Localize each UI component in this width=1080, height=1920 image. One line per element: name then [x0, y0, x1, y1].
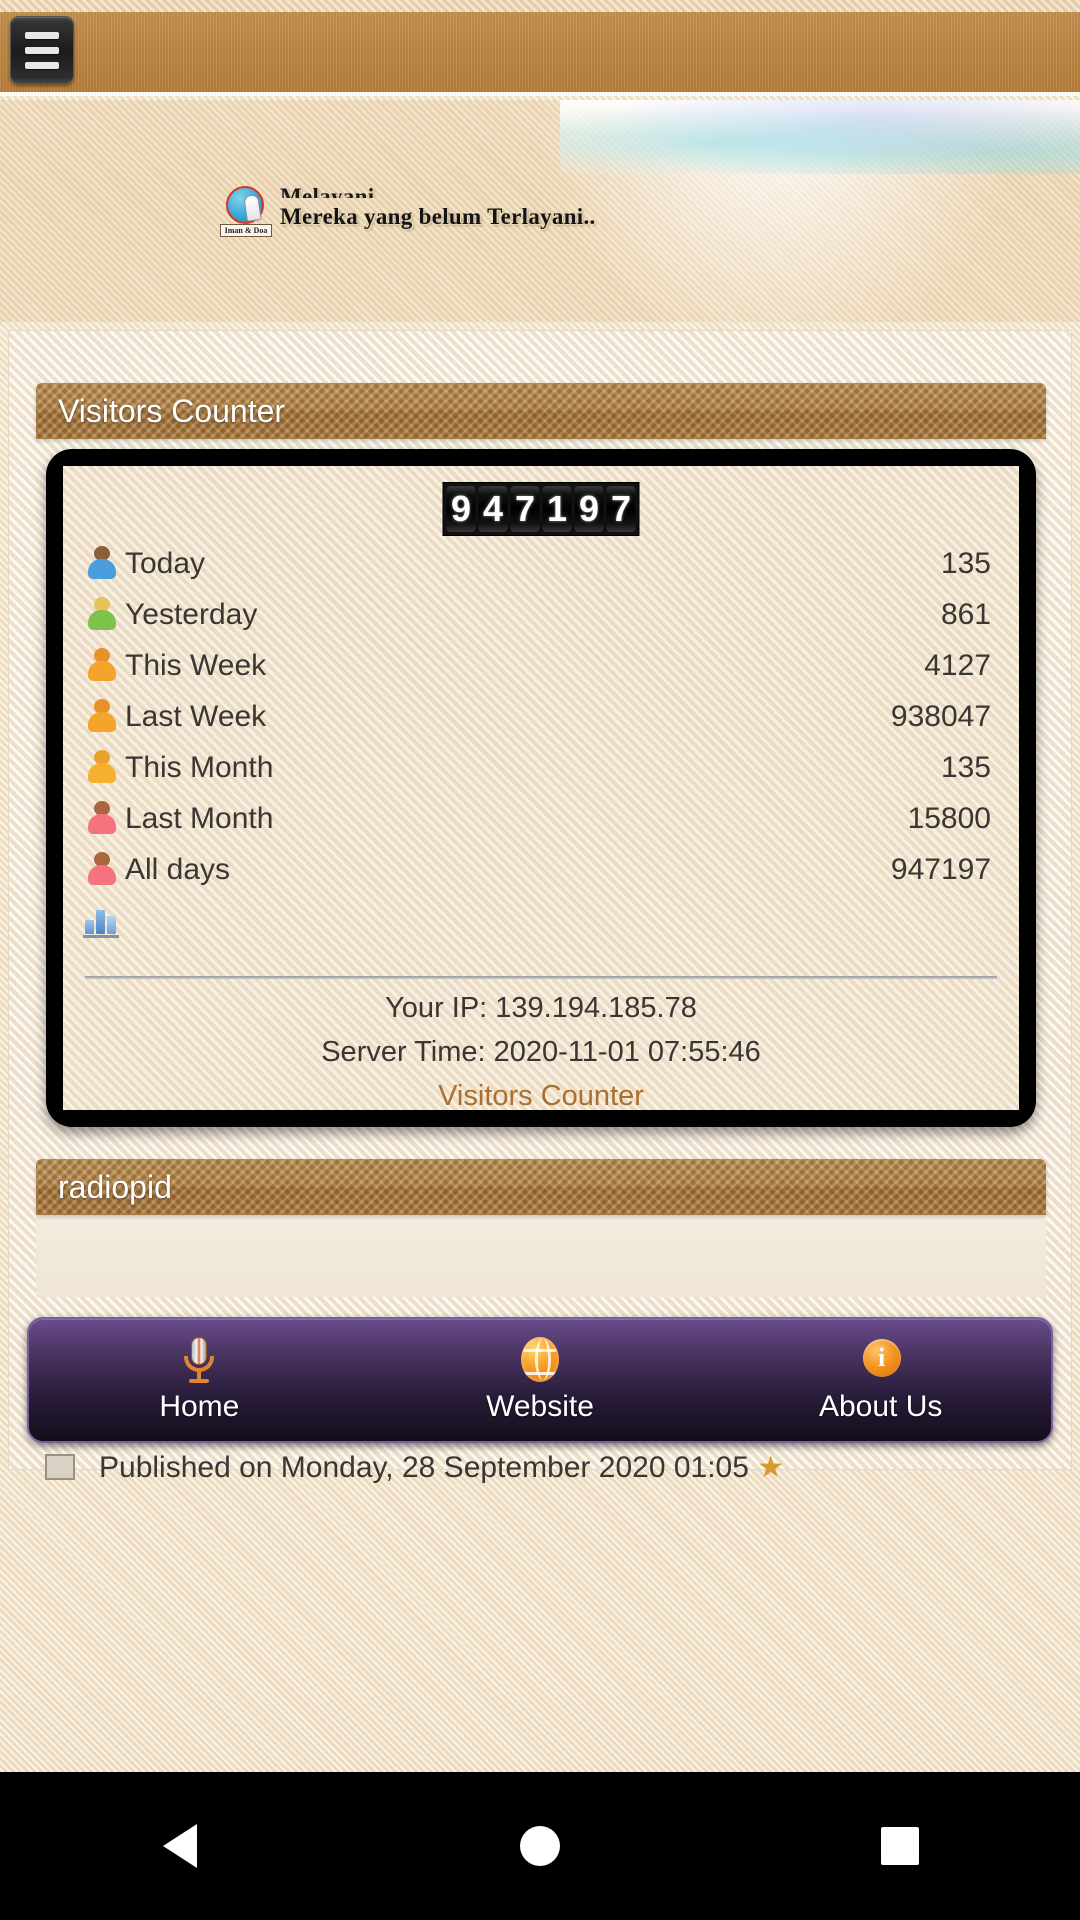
bar-chart-icon[interactable]: [81, 900, 125, 940]
visitor-stat-value: 135: [940, 750, 991, 784]
odometer-digit: 9: [574, 486, 604, 532]
bar-chart-bar: [85, 920, 94, 934]
person-orange2-icon: [81, 697, 125, 737]
site-logo[interactable]: Iman & Doa: [220, 186, 272, 237]
nav-item-home[interactable]: Home: [29, 1319, 370, 1441]
visitor-stat-value: 938047: [890, 699, 991, 733]
system-home-button[interactable]: [360, 1826, 720, 1866]
hamburger-line-icon: [25, 61, 59, 69]
page-content: Visitors Counter 947197 Today 135 Yesterda…: [8, 330, 1072, 1470]
nav-label-home: Home: [159, 1390, 240, 1423]
odometer-digit: 7: [510, 486, 540, 532]
visitors-counter-link[interactable]: Visitors Counter: [63, 1080, 1019, 1113]
visitor-stat-row: Yesterday 861: [63, 589, 1019, 640]
nav-label-about-us: About Us: [818, 1390, 943, 1423]
nav-label-website: Website: [486, 1390, 594, 1423]
visitor-stat-row: Today 135: [63, 538, 1019, 589]
person-pink2-icon: [81, 850, 125, 890]
banner-headline-2: Mereka yang belum Terlayani..: [280, 204, 596, 229]
person-amber-icon: [81, 748, 125, 788]
hamburger-line-icon: [25, 31, 59, 39]
visitor-stat-label: Last Week: [125, 699, 267, 733]
bar-chart-bar: [96, 910, 105, 934]
rating-star-icon: ★: [748, 1451, 785, 1484]
visitors-counter-bezel: 947197 Today 135 Yesterday 861 This Week 4127…: [46, 449, 1036, 1127]
system-back-button[interactable]: [0, 1824, 360, 1868]
visitor-stat-row: This Month 135: [63, 742, 1019, 793]
bottom-navigation-bar: Home Website i About Us: [27, 1317, 1053, 1443]
visitor-stat-label: Yesterday: [125, 597, 258, 631]
visitor-stat-value: 947197: [890, 852, 991, 886]
visitor-stat-label: Last Month: [125, 801, 274, 835]
nav-item-website[interactable]: Website: [370, 1319, 711, 1441]
hamburger-line-icon: [25, 46, 59, 54]
banner-headline-1: Melayani...: [280, 184, 393, 198]
logo-caption: Iman & Doa: [220, 224, 272, 237]
site-banner: Iman & Doa Melayani... Mereka yang belum…: [0, 100, 1080, 322]
visitor-stat-row: This Week 4127: [63, 640, 1019, 691]
bar-chart-baseline: [83, 935, 119, 938]
visitor-stats-list: Today 135 Yesterday 861 This Week 4127 Last We…: [63, 538, 1019, 895]
checkbox-icon[interactable]: [45, 1454, 75, 1480]
person-blue-icon: [81, 544, 125, 584]
person-pink-icon: [81, 799, 125, 839]
visitor-stat-label: This Month: [125, 750, 274, 784]
visitors-counter-panel: 947197 Today 135 Yesterday 861 This Week 4127…: [63, 466, 1019, 1113]
visitor-stat-label: This Week: [125, 648, 267, 682]
system-recents-button[interactable]: [720, 1827, 1080, 1865]
info-icon: i: [857, 1336, 905, 1384]
visitor-stat-value: 861: [940, 597, 991, 631]
odometer-digit: 7: [606, 486, 636, 532]
odometer-digit: 4: [478, 486, 508, 532]
nav-item-about-us[interactable]: i About Us: [710, 1319, 1051, 1441]
banner-wave-decoration: [560, 100, 1080, 174]
visitor-stat-row: Last Month 15800: [63, 793, 1019, 844]
radiopid-module-header: radiopid: [36, 1159, 1046, 1215]
visitor-stat-row: All days 947197: [63, 844, 1019, 895]
person-green-icon: [81, 595, 125, 635]
person-orange-icon: [81, 646, 125, 686]
microphone-icon: [175, 1336, 223, 1384]
visitors-counter-title: Visitors Counter: [58, 392, 286, 429]
praying-hands-icon: [243, 194, 262, 222]
visitor-stat-label: All days: [125, 852, 231, 886]
recents-square-icon: [881, 1827, 919, 1865]
visitor-ip-text: Your IP: 139.194.185.78: [385, 992, 697, 1024]
visitor-stat-label: Today: [125, 546, 206, 580]
visitor-stat-value: 15800: [907, 801, 991, 835]
home-circle-icon: [520, 1826, 560, 1866]
visitors-counter-module: Visitors Counter: [36, 383, 1046, 439]
app-bar-top-stripe: [0, 0, 1080, 12]
published-date-text: Published on Monday, 28 September 2020 0…: [99, 1451, 785, 1484]
app-bar: [0, 0, 1080, 96]
hamburger-menu-button[interactable]: [10, 16, 74, 84]
visitor-count-odometer: 947197: [442, 482, 640, 536]
article-published-row: Published on Monday, 28 September 2020 0…: [27, 1448, 1053, 1492]
globe-icon: [516, 1336, 564, 1384]
radiopid-module: radiopid: [36, 1159, 1046, 1297]
bar-chart-bar: [107, 916, 116, 934]
radiopid-title: radiopid: [58, 1168, 172, 1205]
odometer-digit: 9: [446, 486, 476, 532]
odometer-digit: 1: [542, 486, 572, 532]
radiopid-module-body: [36, 1215, 1046, 1297]
server-time-text: Server Time: 2020-11-01 07:55:46: [321, 1036, 761, 1068]
android-system-navigation-bar: [0, 1772, 1080, 1920]
globe-logo-icon: [226, 186, 264, 224]
visitor-stat-row: Last Week 938047: [63, 691, 1019, 742]
back-triangle-icon: [163, 1824, 197, 1868]
footer-divider: [85, 976, 997, 979]
visitor-stat-value: 135: [940, 546, 991, 580]
visitors-counter-module-header: Visitors Counter: [36, 383, 1046, 439]
visitor-stat-value: 4127: [924, 648, 991, 682]
